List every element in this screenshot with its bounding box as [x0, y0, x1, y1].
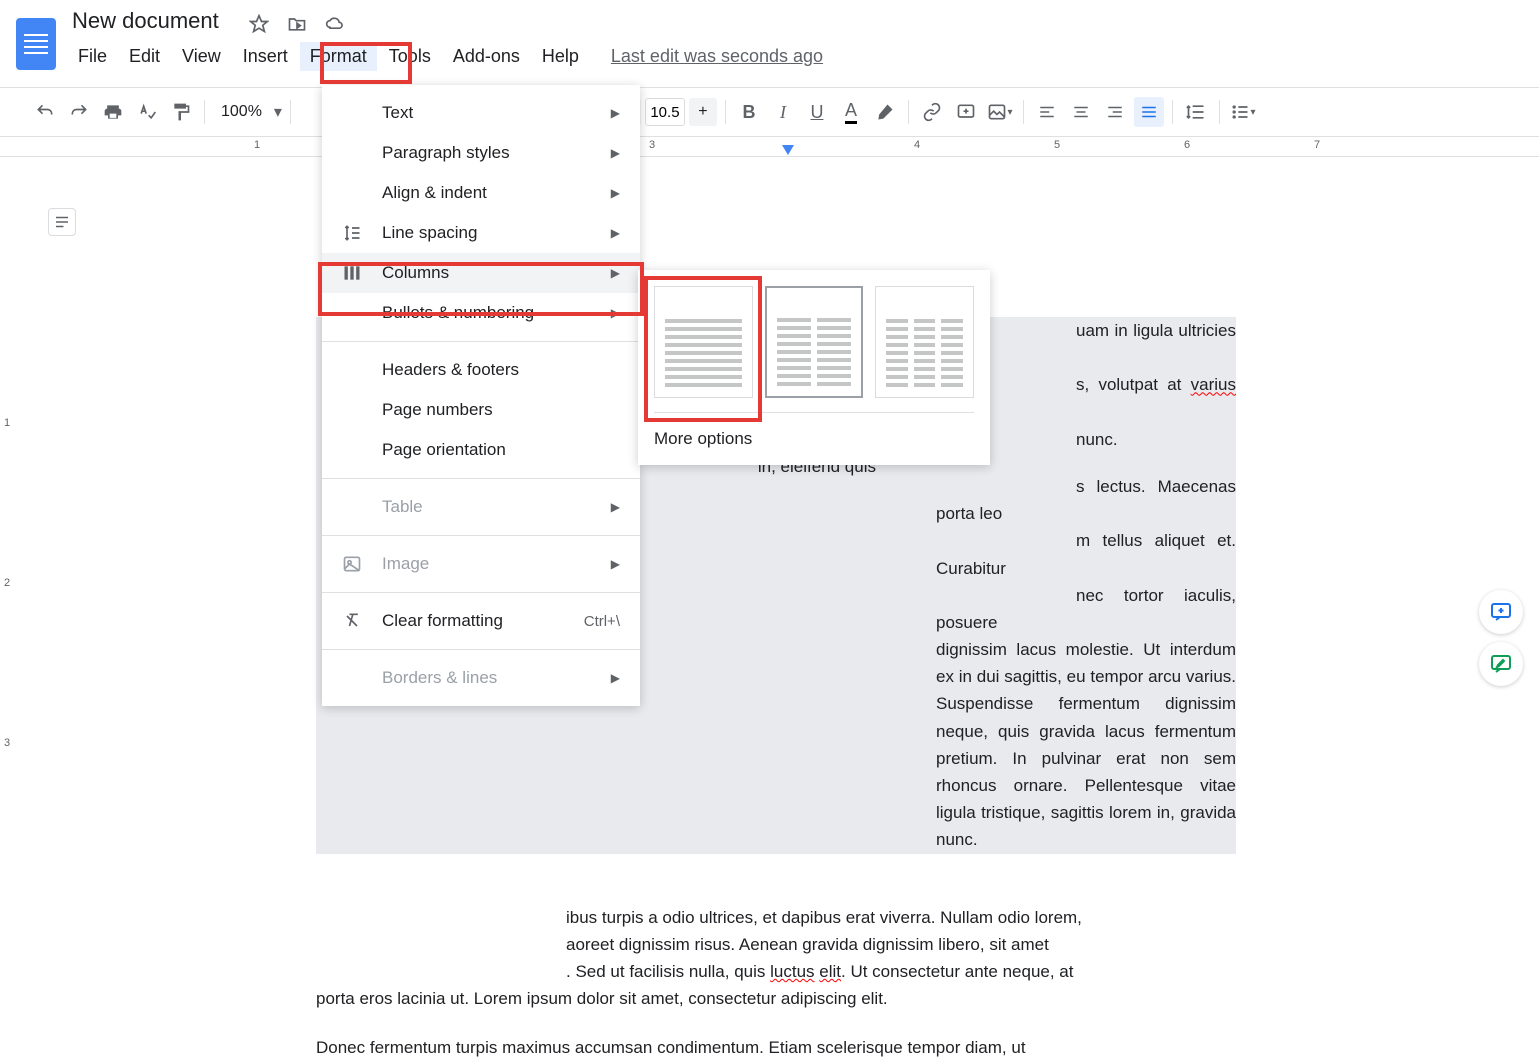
vertical-ruler: 1 2 3: [0, 157, 22, 915]
menu-view[interactable]: View: [172, 42, 231, 71]
outline-button[interactable]: [48, 208, 76, 236]
align-justify-button[interactable]: [1134, 97, 1164, 127]
bold-button[interactable]: B: [734, 97, 764, 127]
format-menu-columns[interactable]: Columns▶: [322, 253, 640, 293]
undo-button[interactable]: [30, 97, 60, 127]
font-size-increase[interactable]: +: [689, 98, 717, 126]
align-right-button[interactable]: [1100, 97, 1130, 127]
ruler-tick: 6: [1184, 139, 1190, 151]
columns-option-3[interactable]: [875, 286, 974, 398]
ruler-tick: 5: [1054, 139, 1060, 151]
align-left-button[interactable]: [1032, 97, 1062, 127]
comment-button[interactable]: [951, 97, 981, 127]
format-menu-page-orientation[interactable]: Page orientation: [322, 430, 640, 470]
list-button[interactable]: ▾: [1228, 97, 1258, 127]
menu-edit[interactable]: Edit: [119, 42, 170, 71]
highlight-button[interactable]: [870, 97, 900, 127]
format-menu: Text▶Paragraph styles▶Align & indent▶Lin…: [322, 85, 640, 706]
ruler-tick: 7: [1314, 139, 1320, 151]
text-color-button[interactable]: A: [836, 97, 866, 127]
add-comment-floating[interactable]: [1479, 590, 1523, 634]
format-menu-clear-formatting[interactable]: Clear formattingCtrl+\: [322, 601, 640, 641]
ruler-tick: 1: [254, 139, 260, 151]
menu-addons[interactable]: Add-ons: [443, 42, 530, 71]
horizontal-ruler: 1 2 3 4 5 6 7: [0, 137, 1539, 157]
suggest-edit-floating[interactable]: [1479, 642, 1523, 686]
format-menu-table: Table▶: [322, 487, 640, 527]
link-button[interactable]: [917, 97, 947, 127]
italic-button[interactable]: I: [768, 97, 798, 127]
header: New document File Edit View Insert Forma…: [0, 0, 1539, 87]
underline-button[interactable]: U: [802, 97, 832, 127]
menu-format[interactable]: Format: [300, 42, 377, 71]
print-button[interactable]: [98, 97, 128, 127]
format-menu-borders-lines: Borders & lines▶: [322, 658, 640, 698]
doc-paragraph: ibus turpis a odio ultrices, et dapibus …: [316, 904, 1236, 1013]
redo-button[interactable]: [64, 97, 94, 127]
cloud-icon[interactable]: [325, 14, 345, 34]
image-button[interactable]: ▾: [985, 97, 1015, 127]
format-menu-image: Image▶: [322, 544, 640, 584]
doc-paragraph: Donec fermentum turpis maximus accumsan …: [316, 1034, 1236, 1061]
title-area: New document File Edit View Insert Forma…: [68, 8, 1523, 79]
ruler-tick: 3: [649, 139, 655, 151]
columns-option-2[interactable]: [765, 286, 864, 398]
floating-buttons: [1479, 590, 1523, 686]
zoom-select[interactable]: 100%: [213, 99, 270, 125]
format-menu-line-spacing[interactable]: Line spacing▶: [322, 213, 640, 253]
menubar: File Edit View Insert Format Tools Add-o…: [68, 34, 1523, 79]
spellcheck-button[interactable]: [132, 97, 162, 127]
toolbar: 100% ▾ − + B I U A ▾ ▾: [0, 87, 1539, 137]
menu-file[interactable]: File: [68, 42, 117, 71]
columns-more-options[interactable]: More options: [654, 412, 974, 449]
paint-format-button[interactable]: [166, 97, 196, 127]
format-menu-bullets-numbering[interactable]: Bullets & numbering▶: [322, 293, 640, 333]
columns-submenu: More options: [638, 270, 990, 465]
format-menu-paragraph-styles[interactable]: Paragraph styles▶: [322, 133, 640, 173]
format-menu-headers-footers[interactable]: Headers & footers: [322, 350, 640, 390]
last-edit-link[interactable]: Last edit was seconds ago: [611, 46, 823, 67]
ruler-marker[interactable]: [782, 145, 794, 155]
menu-help[interactable]: Help: [532, 42, 589, 71]
columns-option-1[interactable]: [654, 286, 753, 398]
format-menu-page-numbers[interactable]: Page numbers: [322, 390, 640, 430]
font-size-input[interactable]: [645, 98, 685, 126]
format-menu-align-indent[interactable]: Align & indent▶: [322, 173, 640, 213]
align-center-button[interactable]: [1066, 97, 1096, 127]
menu-insert[interactable]: Insert: [233, 42, 298, 71]
document-title[interactable]: New document: [68, 6, 223, 35]
format-menu-text[interactable]: Text▶: [322, 93, 640, 133]
line-spacing-button[interactable]: [1181, 97, 1211, 127]
docs-icon[interactable]: [16, 18, 56, 70]
star-icon[interactable]: [249, 14, 269, 34]
move-icon[interactable]: [287, 14, 307, 34]
ruler-tick: 4: [914, 139, 920, 151]
menu-tools[interactable]: Tools: [379, 42, 441, 71]
